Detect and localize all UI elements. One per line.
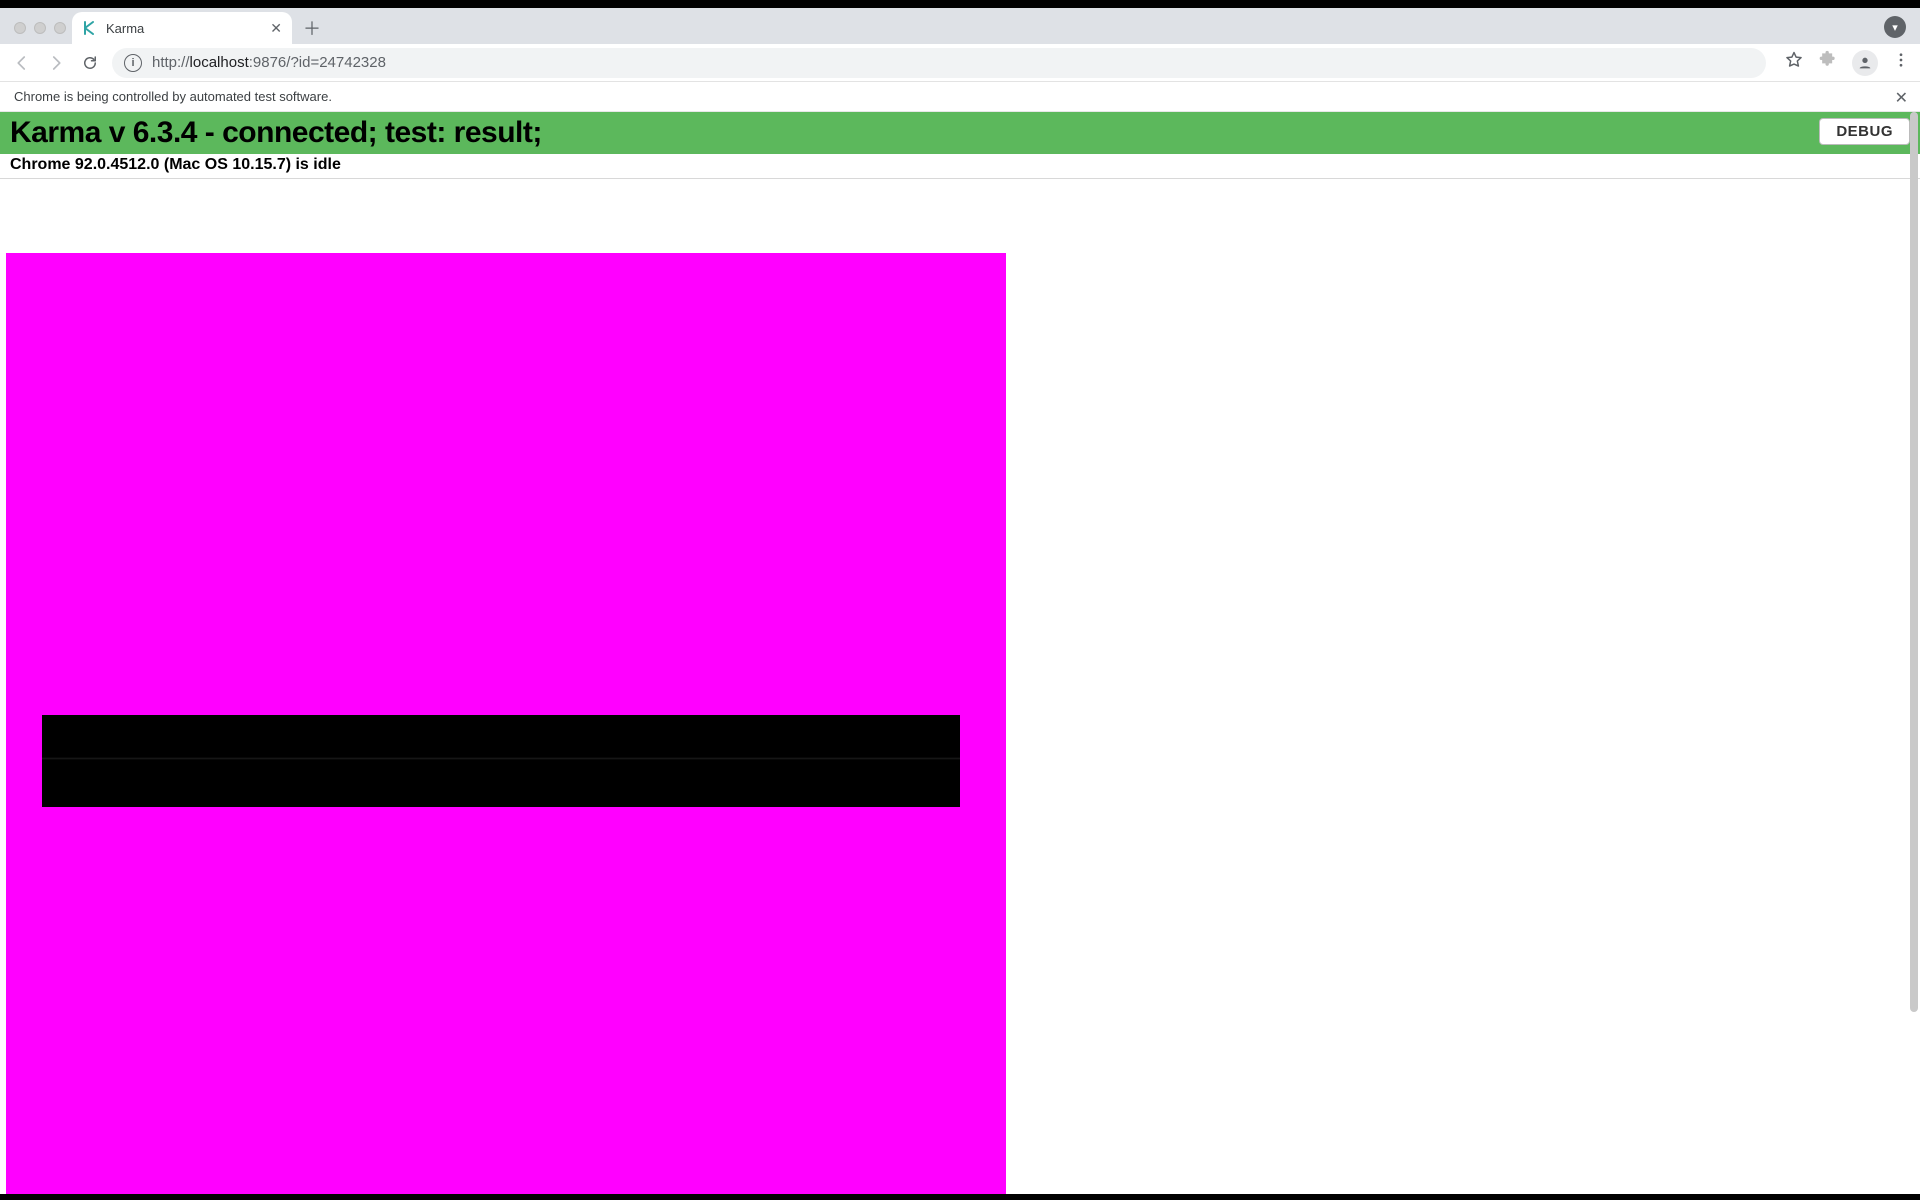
url-text: http://localhost:9876/?id=24742328 — [152, 54, 386, 71]
scrollbar-thumb[interactable] — [1910, 112, 1918, 1012]
address-bar[interactable]: i http://localhost:9876/?id=24742328 — [112, 48, 1766, 78]
karma-title: Karma v 6.3.4 - connected; test: result; — [10, 116, 542, 150]
debug-button[interactable]: DEBUG — [1819, 118, 1910, 145]
black-test-bar — [42, 715, 960, 807]
tabstrip-dropdown-icon[interactable] — [1884, 16, 1906, 38]
infobar-close-icon[interactable]: ✕ — [1895, 88, 1908, 108]
window-traffic-lights — [10, 22, 72, 44]
browser-tab[interactable]: Karma ✕ — [72, 12, 292, 44]
automation-infobar: Chrome is being controlled by automated … — [0, 82, 1920, 112]
url-scheme: http:// — [152, 54, 190, 71]
reload-button[interactable] — [78, 51, 102, 75]
window-zoom-icon[interactable] — [54, 22, 66, 34]
kebab-menu-icon[interactable] — [1892, 51, 1910, 74]
tab-close-icon[interactable]: ✕ — [270, 20, 282, 37]
karma-favicon-icon — [82, 20, 98, 36]
menubar-strip — [0, 0, 1920, 8]
extensions-icon[interactable] — [1818, 50, 1838, 75]
back-button[interactable] — [10, 51, 34, 75]
karma-banner: Karma v 6.3.4 - connected; test: result;… — [0, 112, 1920, 154]
page-content: Karma v 6.3.4 - connected; test: result;… — [0, 112, 1920, 1200]
bookmark-star-icon[interactable] — [1784, 50, 1804, 75]
new-tab-button[interactable]: ＋ — [298, 14, 326, 42]
site-info-icon[interactable]: i — [124, 54, 142, 72]
infobar-text: Chrome is being controlled by automated … — [14, 89, 332, 104]
window-close-icon[interactable] — [14, 22, 26, 34]
test-render-area — [0, 179, 1920, 1200]
bottom-strip — [0, 1194, 1920, 1200]
tab-title: Karma — [106, 21, 144, 36]
browser-status-line: Chrome 92.0.4512.0 (Mac OS 10.15.7) is i… — [0, 154, 1920, 179]
forward-button[interactable] — [44, 51, 68, 75]
browser-tabstrip: Karma ✕ ＋ — [0, 8, 1920, 44]
browser-toolbar: i http://localhost:9876/?id=24742328 — [0, 44, 1920, 82]
toolbar-right — [1784, 50, 1910, 76]
window-minimize-icon[interactable] — [34, 22, 46, 34]
url-host: localhost — [190, 54, 249, 71]
page-scrollbar[interactable] — [1910, 112, 1918, 1200]
profile-avatar-icon[interactable] — [1852, 50, 1878, 76]
url-path: :9876/?id=24742328 — [249, 54, 386, 71]
